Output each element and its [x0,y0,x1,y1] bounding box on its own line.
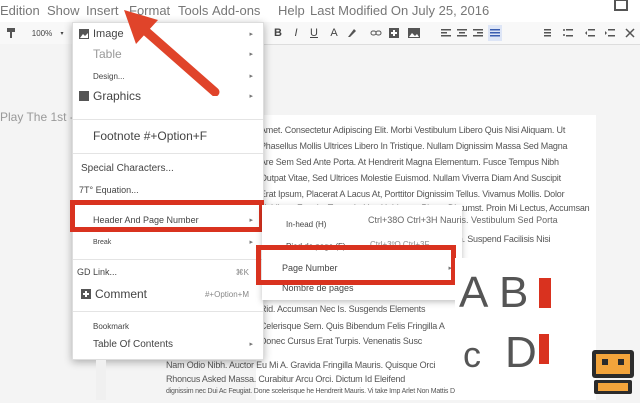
text-color-button[interactable]: A [328,25,340,41]
menu-item-footnote[interactable]: Footnote #+Option+F [73,127,263,145]
numbered-list-icon[interactable] [540,25,552,41]
doc-line: Erat Ipsum, Placerat A Lacus At, Porttit… [260,189,565,199]
doc-line: Rhoncus Asked Massa. Curabitur Arcu Orci… [166,374,406,384]
header-shortcut: Ctrl+38O Ctrl+3H Nauris. Vestibulum Sed … [368,215,558,225]
italic-button[interactable]: I [290,25,302,41]
doc-line: dignissim nec Dui Ac Feugiat. Done scele… [166,388,478,395]
menu-divider [73,259,263,260]
robot-logo-icon [588,346,638,398]
preview-letter: B [499,268,529,317]
menu-divider [73,153,263,154]
clear-format-icon[interactable] [624,25,636,41]
doc-line: Celerisque Sem. Quis Bibendum Felis Frin… [260,321,445,331]
vertical-ruler [96,360,106,400]
increase-indent-icon[interactable] [604,25,616,41]
menu-item-label: Footnote #+Option+F [93,129,208,143]
shortcut-text: ⌘K [235,267,249,277]
menu-divider [73,311,263,312]
bold-button[interactable]: B [272,25,284,41]
menu-item-label: Comment [95,287,148,301]
menu-item-label: 7T° Equation... [79,185,139,195]
page-number-marker [539,334,549,364]
chevron-right-icon: ▸ [249,31,253,38]
menu-edition[interactable]: Edition [0,3,40,18]
zoom-chevron-icon[interactable]: ▾ [58,25,66,41]
page-number-marker [539,278,551,308]
chevron-right-icon: ▸ [249,93,253,100]
zoom-select[interactable]: 100% [28,25,56,41]
menu-item-link[interactable]: GD Link... ⌘K [73,263,263,281]
image-icon [79,29,89,39]
menu-item-break[interactable]: Break ▸ [73,233,263,251]
bulleted-list-icon[interactable] [562,25,574,41]
align-left-icon[interactable] [440,25,452,41]
preview-letter: c [463,334,481,375]
doc-line: Rid. Accumsan Nec Is. Susgends Elements [260,304,426,314]
chevron-right-icon: ▸ [249,73,253,80]
highlight-icon[interactable] [346,25,358,41]
comment-icon[interactable] [612,0,632,16]
decrease-indent-icon[interactable] [584,25,596,41]
insert-image-icon[interactable] [406,25,422,41]
doc-line: Nam Odio Nibh. Auctor Eu Mi A. Gravida F… [166,360,436,370]
menubar: Edition Show Insert Format Tools Add-ons… [0,0,640,22]
menu-item-label: Special Characters... [81,162,174,174]
chevron-right-icon: ▸ [249,51,253,58]
doc-line: Eh. Suspend Facilisis Nisi [452,234,551,244]
preview-letter: A [459,268,489,317]
chevron-right-icon: ▸ [249,239,253,246]
menu-item-comment[interactable]: Comment #+Option+M [73,285,263,303]
menu-item-label: GD Link... [77,267,118,277]
arrow-annotation-icon [124,10,220,96]
page-number-preview: A B c D [455,258,575,400]
align-center-icon[interactable] [456,25,468,41]
align-right-icon[interactable] [472,25,484,41]
doc-line: Are Sem Sed Ante Porta. At Hendrerit Mag… [260,157,559,167]
menu-item-label: In-head (H) [286,219,327,229]
preview-letter: D [505,328,537,377]
doc-line: Outpat Vitae, Sed Ultrices Molestie Euis… [260,173,561,183]
link-icon[interactable] [370,25,382,41]
menu-item-bookmark[interactable]: Bookmark [73,317,263,335]
last-modified-text[interactable]: Last Modified On July 25, 2016 [310,3,489,18]
menu-show[interactable]: Show [47,3,80,18]
underline-button[interactable]: U [308,25,320,41]
menu-item-special-characters[interactable]: Special Characters... [73,159,263,177]
doc-line: Phasellus Mollis Ultrices Libero In Tris… [260,141,568,151]
menu-item-label: Bookmark [93,321,130,331]
doc-line: Amet. Consectetur Adipiscing Elit. Morbi… [260,125,566,135]
highlight-box [70,200,264,232]
doc-line: Donec Cursus Erat Turpis. Venenatis Susc [260,336,423,346]
comment-plus-icon [81,289,91,299]
shortcut-text: #+Option+M [204,289,249,299]
menu-item-label: Table Of Contents [93,338,174,350]
menu-item-equation[interactable]: 7T° Equation... [73,181,263,199]
insert-comment-icon[interactable] [388,25,400,41]
highlight-box [256,245,456,285]
chevron-right-icon: ▸ [249,341,253,348]
paint-format-icon[interactable] [4,25,18,41]
menu-item-label: Break [93,238,112,246]
graphics-icon [79,91,89,101]
menu-help[interactable]: Help [278,3,305,18]
menu-item-table-of-contents[interactable]: Table Of Contents ▸ [73,335,263,353]
align-justify-icon[interactable] [488,25,502,41]
menu-divider [73,119,263,120]
